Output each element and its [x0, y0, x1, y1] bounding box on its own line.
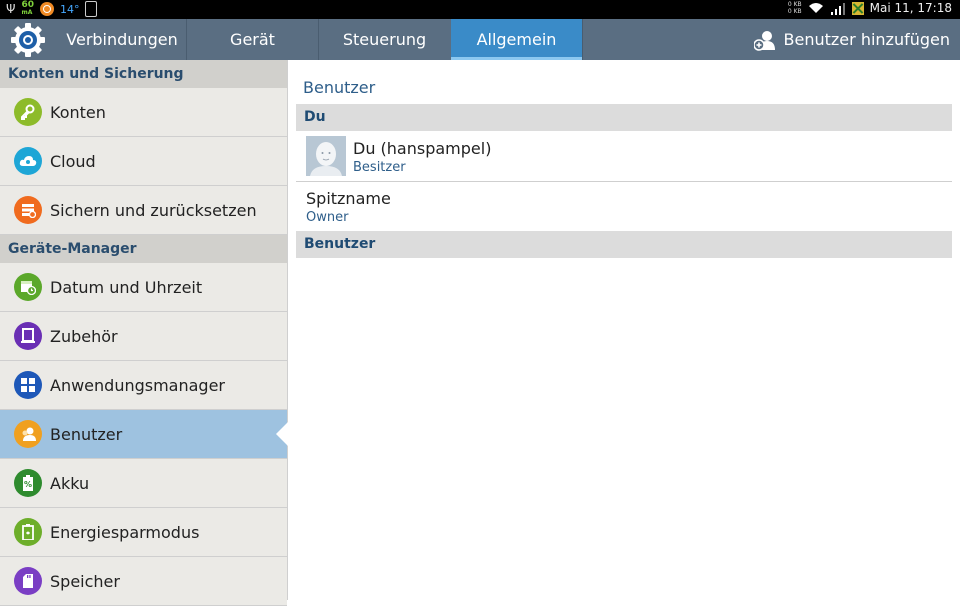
- users-panel: Benutzer Du Du (hanspampel) Besitzer Spi…: [288, 60, 960, 600]
- settings-gear-icon[interactable]: [10, 22, 46, 58]
- tab-allgemein[interactable]: Allgemein: [451, 19, 582, 60]
- storage-icon: [14, 567, 42, 595]
- power-saving-icon: [14, 518, 42, 546]
- calendar-clock-icon: [14, 273, 42, 301]
- action-bar: Verbindungen Gerät Steuerung Allgemein B…: [0, 19, 960, 60]
- temperature: 14°: [59, 2, 80, 16]
- sidebar-item-label: Zubehör: [50, 326, 118, 346]
- section-header-konten: Konten und Sicherung: [0, 60, 287, 88]
- signal-icon: [830, 2, 845, 15]
- battery-unit: mA: [21, 9, 33, 16]
- users-icon: [14, 420, 42, 448]
- accessory-icon: [14, 322, 42, 350]
- vibrate-icon: [85, 1, 98, 17]
- sidebar-item-konten[interactable]: Konten: [0, 88, 287, 137]
- clock: Mai 11, 17:18: [869, 1, 952, 15]
- add-user-button[interactable]: Benutzer hinzufügen: [753, 19, 950, 60]
- sidebar-item-anwendungsmanager[interactable]: Anwendungsmanager: [0, 361, 287, 410]
- svg-text:%: %: [24, 480, 32, 489]
- sidebar-item-label: Energiesparmodus: [50, 522, 200, 542]
- sidebar-item-label: Cloud: [50, 151, 96, 171]
- sidebar-item-label: Sichern und zurücksetzen: [50, 200, 257, 220]
- nickname-row[interactable]: Spitzname Owner: [296, 182, 952, 230]
- tab-geraet[interactable]: Gerät: [187, 19, 318, 60]
- sidebar-item-benutzer[interactable]: Benutzer: [0, 410, 288, 459]
- selection-pointer: [276, 422, 288, 446]
- sidebar-item-label: Datum und Uhrzeit: [50, 277, 203, 297]
- sidebar-item-sichern[interactable]: Sichern und zurücksetzen: [0, 186, 287, 235]
- avatar: [306, 136, 346, 176]
- tab-verbindungen[interactable]: Verbindungen: [58, 19, 186, 60]
- cloud-icon: [14, 147, 42, 175]
- sidebar-item-label: Konten: [50, 102, 106, 122]
- battery-icon: %: [14, 469, 42, 497]
- key-icon: [14, 98, 42, 126]
- no-sim-icon: [851, 1, 864, 15]
- battery-percent: 60: [21, 0, 34, 10]
- nickname-label: Spitzname: [306, 189, 391, 208]
- sidebar-item-label: Anwendungsmanager: [50, 375, 225, 395]
- network-speed: 0 KB 0 KB: [788, 1, 802, 15]
- page-title: Benutzer: [303, 78, 376, 97]
- status-bar-left: Ψ 60 mA 14°: [6, 0, 98, 17]
- section-header-benutzer: Benutzer: [296, 231, 952, 258]
- backup-icon: [14, 196, 42, 224]
- sidebar-item-energiesparmodus[interactable]: Energiesparmodus: [0, 508, 287, 557]
- sidebar-item-zubehoer[interactable]: Zubehör: [0, 312, 287, 361]
- sidebar-item-cloud[interactable]: Cloud: [0, 137, 287, 186]
- sidebar-item-speicher[interactable]: Speicher: [0, 557, 287, 606]
- add-user-label: Benutzer hinzufügen: [783, 30, 950, 49]
- sync-icon: [39, 2, 54, 16]
- net-down: 0 KB: [787, 8, 802, 15]
- sidebar-item-label: Akku: [50, 473, 90, 493]
- net-up: 0 KB: [787, 1, 802, 8]
- section-header-geraete-manager: Geräte-Manager: [0, 235, 287, 263]
- apps-grid-icon: [14, 371, 42, 399]
- status-bar: Ψ 60 mA 14° 0 KB 0 KB Mai 11, 17:18: [0, 0, 960, 19]
- section-header-du: Du: [296, 104, 952, 131]
- settings-sidebar[interactable]: Konten und Sicherung Konten Cloud Sicher…: [0, 60, 288, 606]
- owner-name: Du (hanspampel): [353, 139, 492, 158]
- sidebar-item-datum-uhrzeit[interactable]: Datum und Uhrzeit: [0, 263, 287, 312]
- sidebar-item-akku[interactable]: % Akku: [0, 459, 287, 508]
- battery-indicator: 60 mA: [21, 0, 34, 17]
- usb-icon: Ψ: [6, 2, 16, 16]
- sidebar-item-label: Speicher: [50, 571, 120, 591]
- tab-separator: [582, 19, 583, 60]
- owner-role: Besitzer: [353, 160, 406, 175]
- add-user-icon: [753, 30, 775, 51]
- wifi-icon: [808, 3, 823, 13]
- nickname-value: Owner: [306, 210, 349, 225]
- tab-steuerung[interactable]: Steuerung: [319, 19, 450, 60]
- status-bar-right: 0 KB 0 KB Mai 11, 17:18: [788, 1, 952, 15]
- sidebar-item-label: Benutzer: [50, 424, 123, 444]
- owner-user-row[interactable]: Du (hanspampel) Besitzer: [296, 131, 952, 181]
